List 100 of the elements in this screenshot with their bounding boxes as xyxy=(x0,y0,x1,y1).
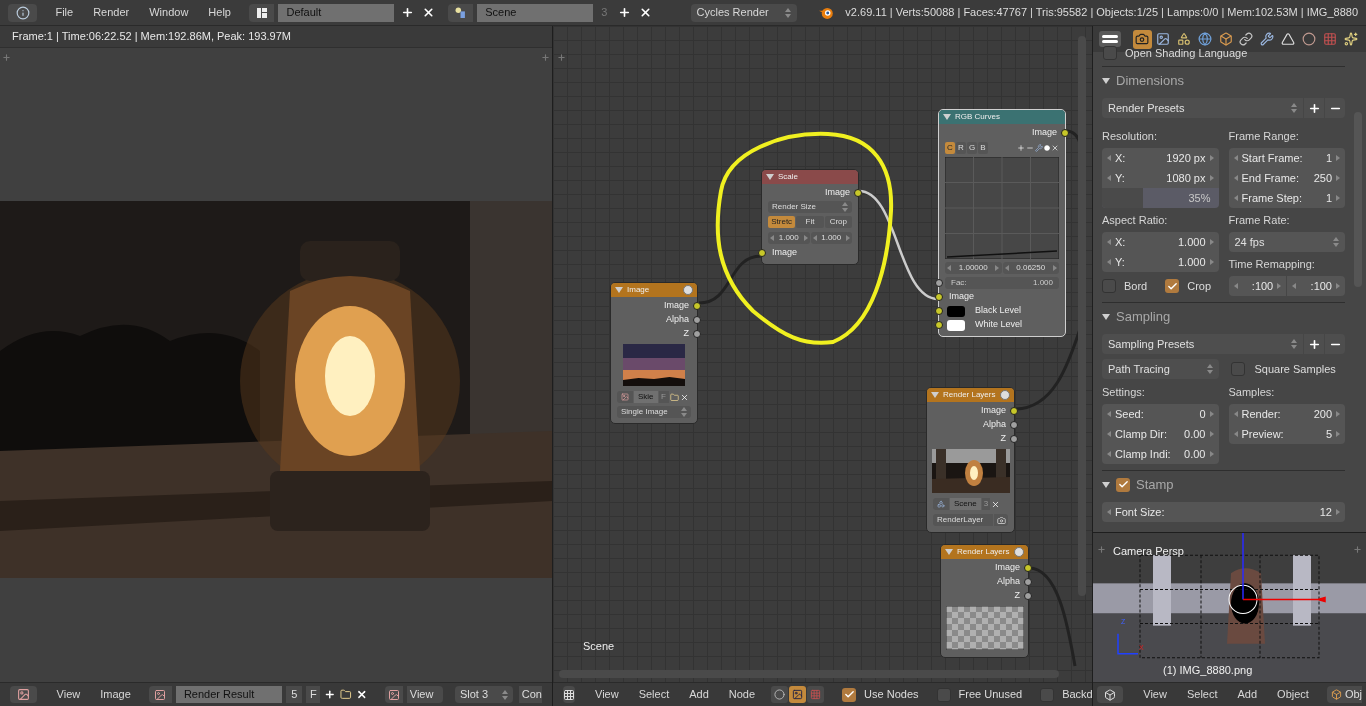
curve-graph[interactable] xyxy=(945,157,1059,259)
layout-field[interactable]: Default xyxy=(278,3,395,22)
socket[interactable] xyxy=(1024,578,1032,586)
channel-tab[interactable]: B xyxy=(978,142,988,154)
node[interactable]: Render Layers Image Alpha Z xyxy=(940,544,1029,658)
node-header[interactable]: Image xyxy=(611,283,697,297)
number-field[interactable]: 1.000 xyxy=(810,232,852,244)
number-field[interactable]: Frame Step: 1 xyxy=(1228,188,1345,208)
increment-icon[interactable] xyxy=(1336,155,1340,161)
number-field[interactable]: X: 1.000 xyxy=(1102,232,1219,252)
expand-region-icon[interactable] xyxy=(1353,545,1362,554)
layer-dropdown[interactable]: RenderLayer xyxy=(933,514,993,526)
decrement-icon[interactable] xyxy=(1233,411,1238,417)
number-field[interactable]: Font Size: 12 xyxy=(1102,502,1345,522)
increment-icon[interactable] xyxy=(1209,431,1214,437)
compositing-tree-button[interactable] xyxy=(789,686,807,703)
mode-toggle[interactable]: Stretc xyxy=(768,216,796,228)
render-tab[interactable] xyxy=(1132,29,1152,49)
texture-tree-button[interactable] xyxy=(807,686,825,703)
number-field[interactable]: End Frame: 250 xyxy=(1228,168,1345,188)
presets-dropdown[interactable]: Sampling Presets xyxy=(1102,334,1303,354)
decrement-icon[interactable] xyxy=(1233,283,1238,289)
fac-field[interactable]: Fac: 1.000 xyxy=(945,277,1059,289)
node-header[interactable]: Scale xyxy=(762,170,858,184)
socket[interactable] xyxy=(1010,421,1018,429)
channel-tab[interactable]: G xyxy=(967,142,977,154)
decrement-icon[interactable] xyxy=(1233,155,1238,161)
collapse-icon[interactable] xyxy=(766,173,774,181)
number-field[interactable]: Clamp Indi: 0.00 xyxy=(1102,444,1219,464)
collapse-icon[interactable] xyxy=(943,113,951,121)
channel-tab[interactable]: C xyxy=(945,142,955,154)
decrement-icon[interactable] xyxy=(1107,155,1111,161)
increment-icon[interactable] xyxy=(803,235,808,241)
number-field[interactable]: Render: 200 xyxy=(1228,404,1345,424)
menu-item[interactable]: Window xyxy=(141,4,197,21)
number-field[interactable]: Start Frame: 1 xyxy=(1228,148,1345,168)
channels-dropdown[interactable]: Con xyxy=(518,686,542,703)
socket[interactable] xyxy=(935,307,943,315)
decrement-icon[interactable] xyxy=(1233,175,1238,181)
expand-region-icon[interactable] xyxy=(541,53,550,62)
decrement-icon[interactable] xyxy=(1233,431,1238,437)
increment-icon[interactable] xyxy=(1209,259,1214,265)
image-name-field[interactable]: Render Result xyxy=(175,686,283,703)
layout-icon[interactable] xyxy=(248,3,275,22)
scrollbar[interactable] xyxy=(1078,36,1086,596)
decrement-icon[interactable] xyxy=(812,235,817,241)
remove-preset-button[interactable] xyxy=(1325,98,1345,118)
increment-icon[interactable] xyxy=(1336,175,1340,181)
percentage-slider[interactable]: 35% xyxy=(1102,188,1219,208)
folder-icon[interactable] xyxy=(340,688,352,701)
menu-item[interactable]: Object xyxy=(1269,686,1317,703)
socket[interactable] xyxy=(854,189,862,197)
integrator-dropdown[interactable]: Path Tracing xyxy=(1102,359,1219,379)
checkbox[interactable] xyxy=(1116,477,1130,492)
expand-region-icon[interactable] xyxy=(1097,545,1106,554)
number-field[interactable]: 1.000 xyxy=(768,232,810,244)
fake-user-button[interactable]: F xyxy=(306,686,321,703)
decrement-icon[interactable] xyxy=(947,265,951,271)
menu-item[interactable]: View xyxy=(1135,686,1175,703)
menu-item[interactable]: Add xyxy=(681,686,717,703)
scene-field[interactable]: Scene xyxy=(950,498,981,510)
decrement-icon[interactable] xyxy=(1107,175,1111,181)
decrement-icon[interactable] xyxy=(1107,239,1111,245)
color-swatch[interactable] xyxy=(947,319,965,331)
slot-dropdown[interactable]: Slot 3 xyxy=(454,686,513,703)
editor-type-icon[interactable] xyxy=(1097,686,1124,703)
menu-item[interactable]: Render xyxy=(85,4,138,21)
menu-item[interactable]: Help xyxy=(200,4,239,21)
collapse-icon[interactable] xyxy=(1102,76,1110,85)
node[interactable]: Scale Image Render Size Stretc Fit Crop 1.000 1.000 Image xyxy=(761,169,859,265)
socket[interactable] xyxy=(1010,435,1018,443)
increment-icon[interactable] xyxy=(1209,411,1214,417)
decrement-icon[interactable] xyxy=(1107,411,1111,417)
number-field[interactable]: Y: 1.000 xyxy=(1102,252,1219,272)
mode-dropdown[interactable]: Obj xyxy=(1326,686,1362,703)
render-layer-icon[interactable] xyxy=(994,514,1008,526)
increment-icon[interactable] xyxy=(1336,411,1340,417)
constraints-tab[interactable] xyxy=(1237,29,1256,49)
menu-item[interactable]: File xyxy=(47,4,82,21)
increment-icon[interactable] xyxy=(846,235,850,241)
increment-icon[interactable] xyxy=(1209,451,1214,457)
socket[interactable] xyxy=(1024,564,1032,572)
decrement-icon[interactable] xyxy=(1292,283,1297,289)
scene-field[interactable]: Scene xyxy=(477,3,594,22)
increment-icon[interactable] xyxy=(1277,283,1282,289)
color-swatch[interactable] xyxy=(947,305,965,317)
checkbox[interactable] xyxy=(1103,46,1117,60)
increment-icon[interactable] xyxy=(1336,431,1340,437)
socket[interactable] xyxy=(1024,592,1032,600)
increment-icon[interactable] xyxy=(1053,265,1057,271)
folder-icon[interactable] xyxy=(669,392,679,402)
menu-item[interactable]: Add xyxy=(1229,686,1266,703)
add-preset-button[interactable] xyxy=(1304,334,1324,354)
panel-title[interactable]: Dimensions xyxy=(1116,70,1184,91)
socket[interactable] xyxy=(693,302,701,310)
add-preset-button[interactable] xyxy=(1304,98,1324,118)
increment-icon[interactable] xyxy=(1336,509,1340,515)
checkbox[interactable] xyxy=(842,687,857,702)
image-name-field[interactable]: Skie xyxy=(634,391,658,403)
editor-type-icon[interactable] xyxy=(563,686,575,703)
